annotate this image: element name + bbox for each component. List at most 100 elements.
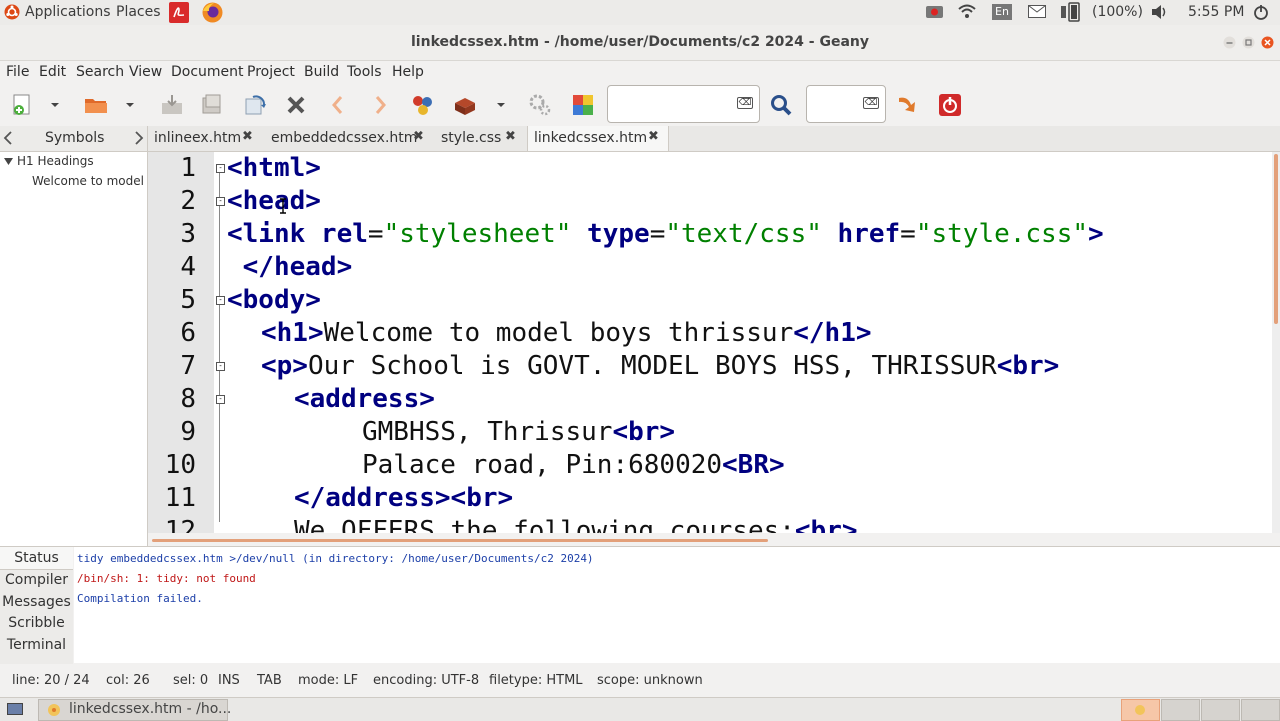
code-line-8[interactable]: <address> — [294, 383, 435, 416]
vertical-scroll-thumb[interactable] — [1274, 154, 1278, 324]
menu-file[interactable]: File — [6, 64, 29, 80]
open-file-dropdown-icon[interactable] — [123, 93, 137, 117]
applications-menu[interactable]: Applications — [25, 4, 111, 20]
clear-search-icon[interactable]: ⌫ — [737, 97, 753, 109]
pdf-reader-icon[interactable] — [169, 2, 189, 23]
symbol-group-h1[interactable]: H1 Headings — [17, 154, 94, 168]
fold-marker-icon[interactable]: - — [216, 395, 225, 404]
battery-icon[interactable] — [1060, 2, 1082, 22]
compiler-output[interactable]: tidy embeddedcssex.htm >/dev/null (in di… — [74, 547, 1280, 663]
tab-label: inlineex.htm — [154, 130, 242, 146]
close-tab-icon[interactable]: ✖ — [242, 129, 253, 144]
menu-view[interactable]: View — [129, 64, 162, 80]
build-icon[interactable] — [453, 93, 477, 117]
close-tab-icon[interactable]: ✖ — [648, 129, 659, 144]
line-number: 10 — [164, 450, 196, 480]
clear-goto-line-icon[interactable]: ⌫ — [863, 97, 879, 109]
menu-edit[interactable]: Edit — [39, 64, 66, 80]
code-line-12[interactable]: We OFFERS the following courses:<br> — [294, 515, 858, 533]
menu-build[interactable]: Build — [304, 64, 339, 80]
new-file-dropdown-icon[interactable] — [48, 93, 62, 117]
wifi-icon[interactable] — [958, 4, 976, 19]
close-file-icon[interactable] — [284, 93, 308, 117]
show-desktop-icon[interactable] — [7, 703, 23, 715]
fold-marker-icon[interactable]: - — [216, 296, 225, 305]
symbol-item[interactable]: Welcome to model b — [32, 174, 146, 188]
fold-marker-icon[interactable]: - — [216, 164, 225, 173]
keyboard-layout-indicator[interactable]: En — [992, 4, 1012, 20]
firefox-icon[interactable] — [202, 2, 223, 23]
mail-icon[interactable] — [1028, 5, 1046, 18]
taskbar-window-button[interactable]: linkedcssex.htm - /ho... — [38, 699, 231, 721]
goto-line-input[interactable]: ⌫ — [806, 85, 886, 123]
power-menu-icon[interactable] — [1253, 4, 1269, 20]
tab-scribble[interactable]: Scribble — [0, 613, 73, 634]
code-line-4[interactable]: </head> — [227, 251, 353, 284]
compiler-error-line[interactable]: /bin/sh: 1: tidy: not found — [77, 572, 256, 585]
chevron-right-icon[interactable] — [134, 131, 144, 145]
tab-linkedcssex-active[interactable]: linkedcssex.htm ✖ — [527, 126, 669, 151]
code-line-7[interactable]: <p>Our School is GOVT. MODEL BOYS HSS, T… — [261, 350, 1059, 383]
screen-recorder-icon[interactable] — [926, 5, 943, 19]
code-line-3[interactable]: <link rel="stylesheet" type="text/css" h… — [227, 218, 1104, 251]
workspace-2[interactable] — [1161, 699, 1200, 721]
build-dropdown-icon[interactable] — [494, 93, 508, 117]
code-line-10[interactable]: Palace road, Pin:680020<BR> — [362, 449, 785, 482]
close-tab-icon[interactable]: ✖ — [505, 129, 516, 144]
tab-messages[interactable]: Messages — [0, 591, 73, 613]
jump-to-line-icon[interactable] — [895, 93, 919, 117]
code-line-11[interactable]: </address><br> — [294, 482, 513, 515]
quit-icon[interactable] — [938, 93, 962, 117]
fold-marker-icon[interactable]: - — [216, 197, 225, 206]
code-line-1[interactable]: <html> — [227, 152, 321, 185]
code-line-5[interactable]: <body> — [227, 284, 321, 317]
window-titlebar[interactable]: linkedcssex.htm - /home/user/Documents/c… — [0, 25, 1280, 61]
open-file-icon[interactable] — [84, 93, 108, 117]
workspace-4[interactable] — [1241, 699, 1280, 721]
tab-compiler[interactable]: Compiler — [0, 570, 73, 591]
compile-icon[interactable] — [411, 93, 435, 117]
tab-symbols[interactable]: Symbols — [45, 130, 104, 146]
vertical-scrollbar[interactable] — [1272, 152, 1280, 533]
find-icon[interactable] — [769, 93, 793, 117]
horizontal-scroll-thumb[interactable] — [152, 539, 768, 542]
tab-style-css[interactable]: style.css ✖ — [435, 126, 525, 151]
minimize-icon[interactable] — [1223, 36, 1236, 49]
new-file-icon[interactable] — [10, 93, 34, 117]
run-icon[interactable] — [528, 93, 552, 117]
close-icon[interactable] — [1261, 36, 1274, 49]
menu-search[interactable]: Search — [76, 64, 124, 80]
menu-tools[interactable]: Tools — [347, 64, 382, 80]
horizontal-scrollbar[interactable] — [148, 535, 1280, 545]
menu-document[interactable]: Document — [171, 64, 244, 80]
compiler-output-line[interactable]: tidy embeddedcssex.htm >/dev/null (in di… — [77, 552, 594, 565]
menu-project[interactable]: Project — [247, 64, 295, 80]
code-line-9[interactable]: GMBHSS, Thrissur<br> — [362, 416, 675, 449]
expander-open-icon[interactable] — [4, 158, 13, 166]
maximize-icon[interactable] — [1242, 36, 1255, 49]
tab-terminal[interactable]: Terminal — [0, 634, 73, 656]
save-icon[interactable] — [160, 93, 184, 117]
color-chooser-icon[interactable] — [571, 93, 595, 117]
tab-status[interactable]: Status — [0, 547, 73, 570]
code-line-6[interactable]: <h1>Welcome to model boys thrissur</h1> — [261, 317, 872, 350]
fold-marker-icon[interactable]: - — [216, 362, 225, 371]
compiler-output-line[interactable]: Compilation failed. — [77, 592, 203, 605]
navigate-back-icon[interactable] — [326, 93, 350, 117]
search-input[interactable]: ⌫ — [607, 85, 760, 123]
tab-embeddedcssex[interactable]: embeddedcssex.htm ✖ — [265, 126, 433, 151]
reload-icon[interactable] — [243, 93, 267, 117]
navigate-forward-icon[interactable] — [368, 93, 392, 117]
save-all-icon[interactable] — [200, 93, 224, 117]
clock[interactable]: 5:55 PM — [1188, 4, 1244, 20]
code-line-2[interactable]: <head> — [227, 185, 321, 218]
chevron-left-icon[interactable] — [3, 131, 13, 145]
places-menu[interactable]: Places — [116, 4, 161, 20]
close-tab-icon[interactable]: ✖ — [413, 129, 424, 144]
tab-inlineex[interactable]: inlineex.htm ✖ — [148, 126, 263, 151]
workspace-1[interactable] — [1121, 699, 1160, 721]
volume-icon[interactable] — [1152, 5, 1168, 19]
code-editor[interactable]: 1 2 3 4 5 6 7 8 9 10 11 12 - - - - - <ht… — [148, 152, 1272, 533]
workspace-3[interactable] — [1201, 699, 1240, 721]
menu-help[interactable]: Help — [392, 64, 424, 80]
